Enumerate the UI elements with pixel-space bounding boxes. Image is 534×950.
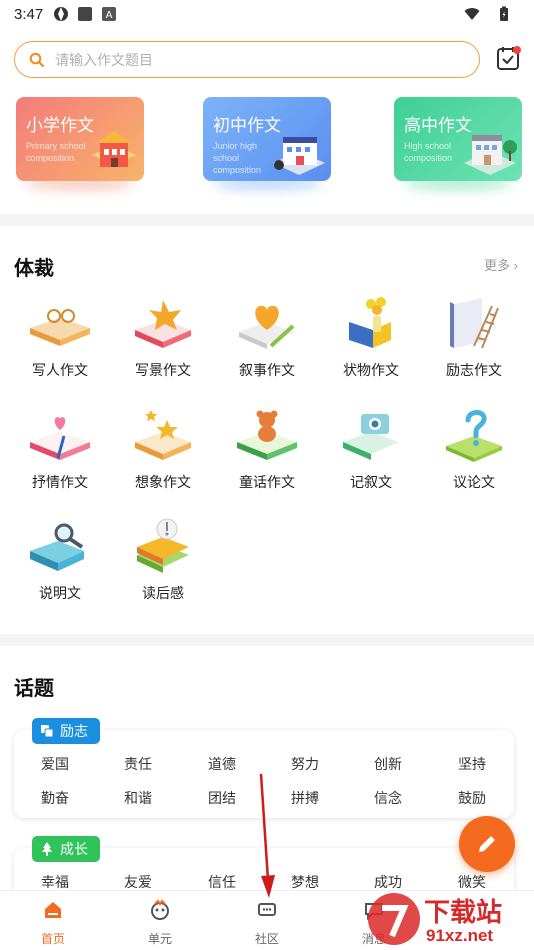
topic-word[interactable]: 爱国 — [41, 754, 101, 774]
question-book-icon — [446, 410, 502, 462]
junior-school-building-icon — [273, 137, 325, 175]
genre-item[interactable]: 想象作文 — [113, 406, 213, 506]
genre-item[interactable]: 抒情作文 — [10, 406, 110, 506]
topic-word[interactable]: 和谐 — [124, 788, 184, 808]
flower-vase-icon — [349, 297, 391, 348]
genre-item[interactable]: 读后感 — [113, 517, 213, 617]
wifi-icon — [464, 8, 480, 20]
status-bar: 3:47 A — [0, 0, 534, 28]
tree-icon — [42, 842, 52, 856]
heart-pencil-icon — [239, 305, 295, 349]
topic-word[interactable]: 努力 — [291, 754, 351, 774]
school-building-icon — [92, 131, 136, 167]
genre-label: 记叙文 — [350, 474, 392, 490]
calendar-check-icon[interactable] — [496, 45, 522, 71]
copy-icon — [41, 725, 54, 738]
magnifier-book-icon — [30, 523, 84, 571]
heart-book-icon — [30, 417, 90, 460]
camera-book-icon — [343, 414, 399, 460]
genre-item[interactable]: 状物作文 — [321, 294, 421, 394]
nav-label: 单元 — [147, 932, 172, 946]
card-title: 小学作文 — [26, 116, 94, 135]
genre-label: 议论文 — [453, 474, 495, 490]
nav-label: 首页 — [40, 932, 65, 946]
top-area: 请输入作文题目 小学作文 Primary school composition … — [0, 28, 534, 214]
topic-badge-label: 励志 — [60, 723, 88, 739]
watermark-logo-icon — [368, 893, 420, 945]
leaf-book-icon — [135, 300, 191, 348]
comment-book-icon — [137, 518, 189, 573]
a-badge-icon: A — [102, 7, 117, 21]
topic-word[interactable]: 勤奋 — [41, 788, 101, 808]
topic-word[interactable]: 坚持 — [458, 754, 518, 774]
genre-label: 励志作文 — [446, 362, 502, 378]
genre-item[interactable]: 记叙文 — [321, 406, 421, 506]
topic-word[interactable]: 责任 — [124, 754, 184, 774]
battery-icon — [500, 6, 508, 21]
genre-item[interactable]: 写人作文 — [10, 294, 110, 394]
watermark-title: 下载站 — [424, 897, 503, 927]
genre-label: 童话作文 — [239, 474, 295, 490]
high-school-card[interactable]: 高中作文 High school composition — [394, 97, 522, 181]
star-book-icon — [135, 410, 191, 460]
topic-badge: 励志 — [32, 718, 100, 744]
card-subtitle: Primary school composition — [26, 141, 86, 163]
nav-item-unit[interactable]: 单元 — [130, 899, 190, 947]
search-icon — [29, 52, 44, 67]
genre-label: 想象作文 — [135, 474, 191, 490]
genre-label: 叙事作文 — [239, 362, 295, 378]
genre-label: 说明文 — [39, 585, 81, 601]
square-icon — [78, 7, 93, 21]
ladder-book-icon — [450, 298, 499, 349]
topic-word[interactable]: 友爱 — [124, 872, 184, 892]
unit-icon — [151, 899, 169, 920]
genre-label: 抒情作文 — [32, 474, 88, 490]
junior-high-card[interactable]: 初中作文 Junior high school composition — [203, 97, 331, 181]
topic-word[interactable]: 创新 — [374, 754, 434, 774]
annotation-arrow — [259, 773, 275, 898]
more-link[interactable]: 更多 › — [484, 255, 518, 274]
primary-school-card[interactable]: 小学作文 Primary school composition — [16, 97, 144, 181]
genre-label: 读后感 — [142, 585, 184, 601]
genre-item[interactable]: 写景作文 — [113, 294, 213, 394]
topic-badge: 成长 — [32, 836, 100, 862]
nav-label: 社区 — [254, 932, 279, 946]
topic-word[interactable]: 梦想 — [291, 872, 351, 892]
genre-item[interactable]: 说明文 — [10, 517, 110, 617]
nav-item-home[interactable]: 首页 — [23, 899, 83, 947]
genre-title: 体裁 — [14, 258, 54, 280]
high-school-building-icon — [464, 135, 517, 175]
search-placeholder: 请输入作文题目 — [55, 51, 153, 68]
search-input[interactable]: 请输入作文题目 — [14, 41, 480, 78]
write-fab-button[interactable] — [459, 816, 515, 872]
status-time: 3:47 — [14, 5, 44, 23]
topic-word[interactable]: 幸福 — [41, 872, 101, 892]
topic-title: 话题 — [14, 678, 54, 700]
genre-section: 体裁 更多 › 写人作文 写景作文 叙事作文 状物作文 励志作文 抒情作文 想象… — [0, 226, 534, 634]
topic-word[interactable]: 信念 — [374, 788, 434, 808]
topic-badge-label: 成长 — [60, 841, 88, 857]
watermark-logo: 下载站 91xz.net — [364, 888, 534, 950]
genre-item[interactable]: 议论文 — [424, 406, 524, 506]
genre-item[interactable]: 叙事作文 — [217, 294, 317, 394]
genre-item[interactable]: 童话作文 — [217, 406, 317, 506]
nav-item-community[interactable]: 社区 — [237, 899, 297, 947]
shutter-icon — [54, 7, 69, 21]
more-label: 更多 — [484, 258, 511, 273]
genre-item[interactable]: 励志作文 — [424, 294, 524, 394]
chevron-right-icon: › — [510, 258, 518, 273]
pencil-icon — [479, 836, 495, 852]
genre-label: 状物作文 — [343, 362, 399, 378]
svg-text:A: A — [106, 10, 113, 21]
home-icon — [45, 902, 61, 918]
watermark-url: 91xz.net — [426, 926, 494, 945]
genre-label: 写景作文 — [135, 362, 191, 378]
topic-word[interactable]: 鼓励 — [458, 788, 518, 808]
teddy-bear-book-icon — [237, 410, 297, 460]
topic-word[interactable]: 拼搏 — [291, 788, 351, 808]
genre-label: 写人作文 — [32, 362, 88, 378]
glasses-book-icon — [30, 309, 90, 346]
